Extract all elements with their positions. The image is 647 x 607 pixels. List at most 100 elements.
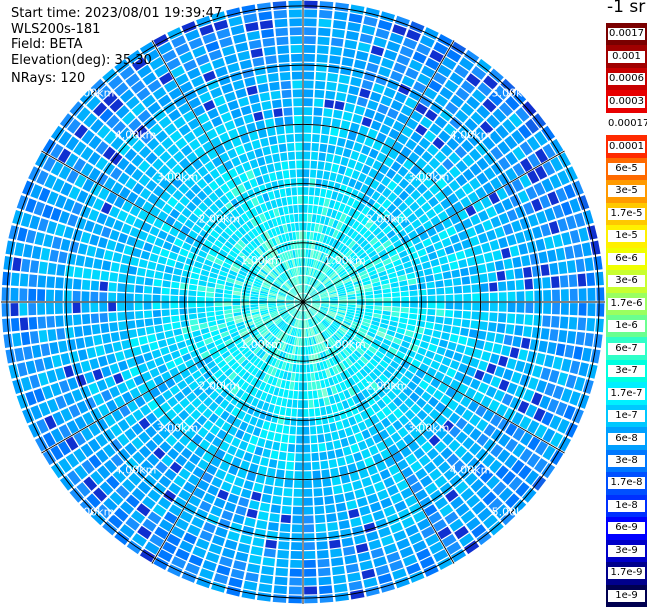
beta-cell bbox=[315, 514, 326, 524]
beta-cell bbox=[292, 89, 303, 98]
beta-cell bbox=[189, 319, 199, 326]
beta-cell bbox=[315, 523, 327, 532]
beta-cell bbox=[317, 161, 325, 170]
beta-cell bbox=[330, 127, 340, 137]
beta-cell bbox=[578, 362, 589, 377]
range-label: 2.00km bbox=[199, 212, 241, 225]
beta-cell bbox=[481, 293, 489, 302]
beta-cell bbox=[329, 539, 341, 549]
colorbar-label: 1e-9 bbox=[608, 589, 645, 602]
beta-cell bbox=[227, 493, 239, 504]
beta-cell bbox=[197, 285, 206, 292]
beta-cell bbox=[303, 107, 313, 116]
range-label: 1.00km bbox=[240, 338, 282, 351]
beta-cell bbox=[151, 245, 162, 255]
beta-cell bbox=[269, 422, 277, 432]
beta-cell bbox=[121, 339, 131, 350]
beta-cell bbox=[288, 595, 302, 604]
beta-cell bbox=[127, 320, 136, 329]
beta-cell bbox=[285, 407, 292, 417]
beta-cell bbox=[303, 462, 312, 471]
beta-cell bbox=[180, 283, 189, 290]
beta-cell bbox=[118, 273, 127, 283]
beta-cell bbox=[173, 268, 183, 276]
beta-cell bbox=[101, 366, 112, 378]
beta-cell bbox=[10, 303, 19, 317]
beta-cell bbox=[534, 302, 543, 314]
beta-cell bbox=[441, 263, 450, 272]
beta-cell bbox=[290, 559, 302, 568]
beta-cell bbox=[29, 331, 40, 344]
beta-cell bbox=[342, 176, 350, 186]
beta-cell bbox=[482, 373, 493, 385]
beta-cell bbox=[483, 341, 494, 352]
beta-cell bbox=[446, 226, 457, 237]
start-time-text: Start time: 2023/08/01 19:39:47 bbox=[11, 6, 223, 21]
beta-cell bbox=[92, 368, 104, 381]
beta-cell bbox=[474, 369, 485, 381]
beta-cell bbox=[297, 187, 303, 195]
beta-cell bbox=[197, 312, 206, 319]
beta-cell bbox=[246, 150, 256, 161]
beta-cell bbox=[281, 505, 292, 515]
beta-cell bbox=[90, 313, 100, 324]
beta-cell bbox=[344, 491, 355, 502]
beta-cell bbox=[398, 322, 407, 329]
beta-cell bbox=[145, 214, 156, 225]
beta-cell bbox=[303, 444, 311, 453]
beta-cell bbox=[357, 42, 371, 53]
beta-cell bbox=[265, 539, 277, 549]
beta-cell bbox=[494, 226, 505, 238]
beta-cell bbox=[127, 275, 136, 284]
beta-cell bbox=[348, 13, 363, 24]
beta-cell bbox=[264, 440, 273, 449]
beta-cell bbox=[235, 88, 247, 99]
beta-cell bbox=[233, 308, 241, 313]
beta-cell bbox=[350, 517, 362, 528]
beta-cell bbox=[121, 223, 132, 235]
beta-cell bbox=[425, 350, 435, 359]
beta-cell bbox=[521, 337, 531, 349]
beta-cell bbox=[280, 152, 288, 161]
beta-cell bbox=[304, 36, 316, 45]
beta-cell bbox=[265, 182, 273, 192]
beta-cell bbox=[307, 222, 311, 231]
beta-cell bbox=[315, 72, 327, 81]
beta-cell bbox=[303, 400, 309, 408]
beta-cell bbox=[320, 460, 329, 470]
beta-cell bbox=[161, 302, 170, 309]
beta-cell bbox=[256, 74, 268, 84]
beta-cell bbox=[293, 205, 298, 213]
beta-cell bbox=[468, 265, 478, 275]
beta-cell bbox=[233, 117, 245, 127]
beta-cell bbox=[190, 324, 200, 332]
beta-cell bbox=[316, 63, 328, 72]
beta-cell bbox=[472, 302, 480, 311]
beta-cell bbox=[310, 169, 317, 178]
beta-cell bbox=[43, 356, 54, 370]
beta-cell bbox=[115, 242, 125, 253]
beta-cell bbox=[164, 330, 174, 339]
beta-cell bbox=[72, 302, 81, 314]
beta-cell bbox=[303, 524, 315, 533]
beta-cell bbox=[355, 543, 369, 554]
range-label: 4.00km bbox=[450, 129, 492, 142]
beta-cell bbox=[312, 134, 320, 143]
beta-cell bbox=[272, 153, 281, 163]
beta-cell bbox=[333, 155, 342, 164]
beta-cell bbox=[235, 448, 245, 459]
beta-cell bbox=[303, 151, 311, 160]
beta-cell bbox=[487, 322, 497, 332]
beta-cell bbox=[110, 262, 120, 272]
beta-cell bbox=[303, 364, 307, 373]
beta-cell bbox=[12, 332, 22, 347]
beta-cell bbox=[355, 50, 369, 61]
beta-cell bbox=[516, 291, 525, 302]
beta-cell bbox=[426, 281, 435, 289]
beta-cell bbox=[458, 259, 468, 268]
beta-cell bbox=[507, 291, 516, 302]
beta-cell bbox=[112, 341, 123, 352]
beta-cell bbox=[263, 109, 273, 119]
beta-cell bbox=[409, 308, 418, 314]
beta-cell bbox=[179, 296, 188, 302]
